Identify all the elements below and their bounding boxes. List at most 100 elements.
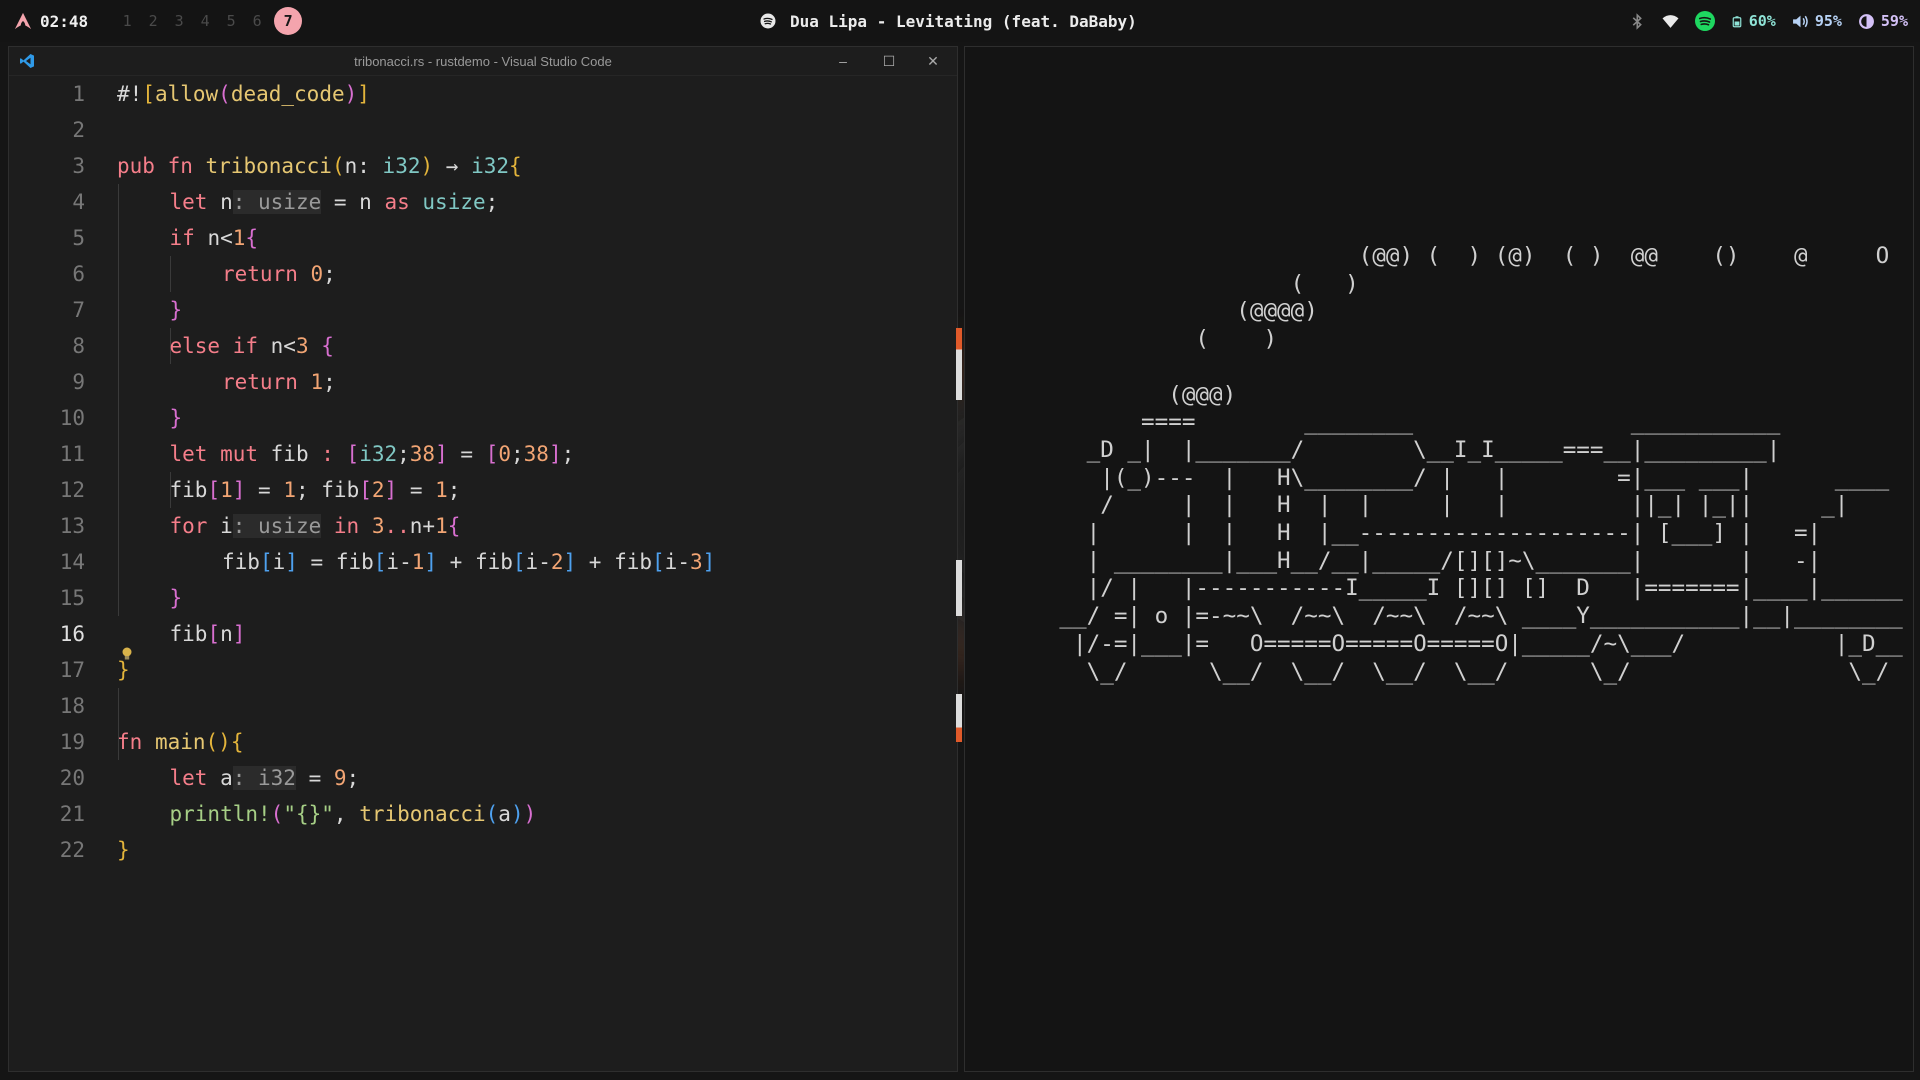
line-source: } (170, 292, 183, 328)
code-line[interactable]: 9 return 1; (9, 364, 957, 400)
code-token: i32 (359, 442, 398, 466)
code-token: 1 (310, 370, 324, 394)
now-playing[interactable]: Dua Lipa - Levitating (feat. DaBaby) (760, 0, 1137, 42)
code-token: as (384, 190, 423, 214)
code-token: #! (117, 82, 143, 106)
code-token: println! (169, 802, 271, 826)
code-token: return (222, 262, 311, 286)
code-line[interactable]: 8 else if n<3 { (9, 328, 957, 364)
code-token: ] (357, 82, 370, 106)
line-source: pub fn tribonacci(n: i32) → i32{ (117, 148, 522, 184)
code-token: .. (384, 514, 410, 538)
code-line[interactable]: 4 let n: usize = n as usize; (9, 184, 957, 220)
code-token: { (321, 334, 334, 358)
code-token: 38 (409, 442, 436, 466)
bluetooth-icon[interactable] (1629, 12, 1646, 30)
code-token: = fib (297, 550, 374, 574)
line-source: } (170, 400, 183, 436)
line-number: 22 (59, 838, 85, 862)
minimize-button[interactable]: – (833, 51, 853, 71)
code-token: ; (346, 766, 360, 790)
code-token: } (117, 658, 130, 682)
code-token: i (220, 514, 233, 538)
line-number: 2 (72, 118, 85, 142)
workspace-7-active[interactable]: 7 (274, 7, 303, 35)
code-token: ; (323, 262, 336, 286)
code-line[interactable]: 10} (9, 400, 957, 436)
code-token: ] (702, 550, 716, 574)
line-source: if n<1{ (170, 220, 259, 256)
code-line[interactable]: 22} (9, 832, 957, 868)
workspace-2[interactable]: 2 (140, 12, 166, 30)
brightness-indicator[interactable]: 59% (1858, 12, 1908, 30)
code-line[interactable]: 20 let a: i32 = 9; (9, 760, 957, 796)
line-number: 20 (59, 766, 85, 790)
code-line[interactable]: 16 fib[n] (9, 616, 957, 652)
code-token: i32 (382, 154, 421, 178)
code-line[interactable]: 7} (9, 292, 957, 328)
battery-indicator[interactable]: 60% (1731, 12, 1776, 30)
wifi-icon[interactable] (1662, 13, 1679, 30)
code-line[interactable]: 5 if n<1{ (9, 220, 957, 256)
line-number: 1 (72, 82, 85, 106)
code-token: ; fib (296, 478, 360, 502)
line-source: let a: i32 = 9; (170, 760, 360, 796)
line-number: 9 (72, 370, 85, 394)
close-button[interactable]: ✕ (923, 51, 943, 71)
line-number: 5 (72, 226, 85, 250)
code-token: 3 (689, 550, 703, 574)
arch-logo-icon[interactable] (14, 12, 32, 30)
workspace-4[interactable]: 4 (192, 12, 218, 30)
workspace-5[interactable]: 5 (218, 12, 244, 30)
code-token: let (169, 190, 221, 214)
code-token: 9 (333, 766, 347, 790)
maximize-button[interactable]: ☐ (879, 51, 899, 71)
code-editor[interactable]: 1 #![allow(dead_code)] 2 3 pub fn tribonacci… (9, 76, 957, 1071)
workspace-1[interactable]: 1 (114, 12, 140, 30)
code-token: : usize (232, 190, 322, 214)
terminal-window[interactable]: (@@) ( ) (@) ( ) @@ () @ O @ ( ) (@@@@) … (964, 46, 1914, 1072)
workspace-3[interactable]: 3 (166, 12, 192, 30)
code-line[interactable]: 19 fn main(){ (9, 724, 957, 760)
volume-level: 95% (1814, 12, 1842, 30)
code-token: { (447, 514, 461, 538)
code-token: ( (485, 802, 499, 826)
code-token: pub fn (117, 154, 206, 178)
code-token: ) (523, 802, 537, 826)
vscode-titlebar[interactable]: tribonacci.rs - rustdemo - Visual Studio… (9, 47, 957, 76)
volume-indicator[interactable]: 95% (1792, 12, 1842, 30)
code-token: [ (207, 622, 221, 646)
code-token: = (295, 766, 334, 790)
code-line[interactable]: 3 pub fn tribonacci(n: i32) → i32{ (9, 148, 957, 184)
topbar-left: 02:48 1 2 3 4 5 6 7 (14, 0, 303, 42)
workspace-6[interactable]: 6 (244, 12, 270, 30)
code-token: i (272, 550, 286, 574)
code-token: usize (422, 190, 486, 214)
code-line[interactable]: 11 let mut fib : [i32;38] = [0;38]; (9, 436, 957, 472)
code-line[interactable]: 6 return 0; (9, 256, 957, 292)
code-line[interactable]: 14 fib[i] = fib[i-1] + fib[i-2] + fib[i-3… (9, 544, 957, 580)
code-token: fib (270, 442, 322, 466)
code-line[interactable]: 12 fib[1] = 1; fib[2] = 1; (9, 472, 957, 508)
line-number: 16 (59, 622, 85, 646)
line-source: println!("{}", tribonacci(a)) (170, 796, 537, 832)
code-token: [ (652, 550, 665, 574)
code-token: : (321, 442, 347, 466)
line-source: fib[i] = fib[i-1] + fib[i-2] + fib[i-3] (222, 544, 715, 580)
code-token: ] (424, 550, 438, 574)
line-source: fn main(){ (117, 724, 243, 760)
code-line[interactable]: 21 println!("{}", tribonacci(a)) (9, 796, 957, 832)
code-line[interactable]: 13 for i: usize in 3..n+1{ (9, 508, 957, 544)
code-token: + fib (437, 550, 513, 574)
code-line[interactable]: 15} (9, 580, 957, 616)
spotify-tray-icon[interactable] (1694, 11, 1715, 31)
code-token: [ (207, 478, 221, 502)
code-line[interactable]: 1 #![allow(dead_code)] (9, 76, 957, 112)
code-token: a (220, 766, 233, 790)
code-token: ] (563, 550, 577, 574)
code-line[interactable]: 18 (9, 688, 957, 724)
code-line[interactable]: 17} (9, 652, 957, 688)
code-line[interactable]: 2 (9, 112, 957, 148)
line-source: fib[n] (170, 616, 246, 652)
code-token: = n (321, 190, 385, 214)
